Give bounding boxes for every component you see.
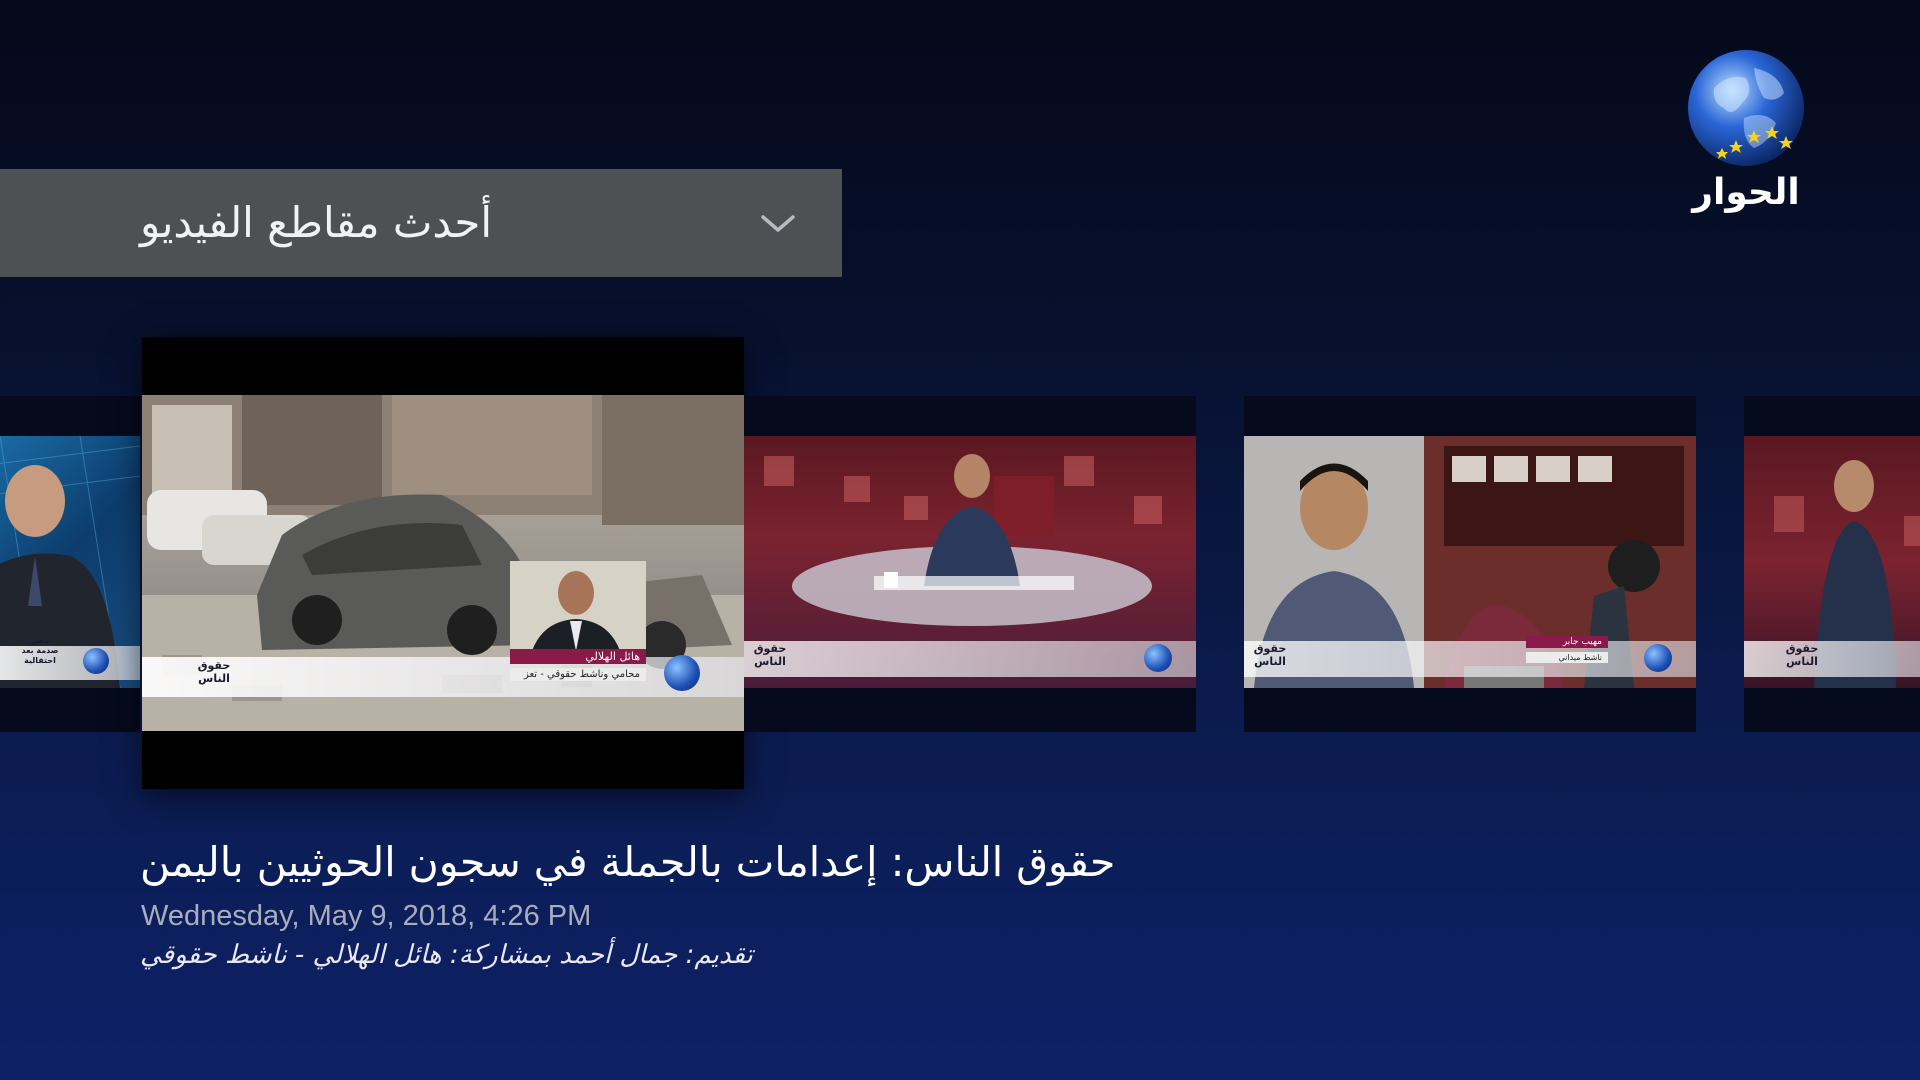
video-card[interactable]: حقوق الناس bbox=[1744, 396, 1920, 732]
guest-inset bbox=[510, 561, 646, 657]
video-card[interactable]: حقوق الناس bbox=[744, 396, 1196, 732]
show-tag: حقوق الناس bbox=[1785, 642, 1819, 668]
show-tag: حقوق الناس bbox=[753, 642, 787, 668]
video-card-focused[interactable]: هائل الهلالي محامي وناشط حقوقي - تعز حقو… bbox=[142, 337, 744, 789]
guest-title-strap: ناشط ميداني bbox=[1526, 652, 1608, 663]
thumbnail-side-caption: مصر صدمة بعد احتفالية bbox=[21, 636, 59, 665]
video-card[interactable]: مهيب جابر ناشط ميداني حقوق الناس bbox=[1244, 396, 1696, 732]
channel-watermark-icon bbox=[664, 655, 700, 691]
video-carousel: مصر صدمة بعد احتفالية هائل الهلالي محامي… bbox=[0, 0, 1920, 800]
channel-watermark-icon bbox=[83, 648, 109, 674]
video-description: تقديم: جمال أحمد بمشاركة: هائل الهلالي -… bbox=[140, 940, 753, 970]
show-tag: حقوق الناس bbox=[197, 659, 231, 685]
show-tag: حقوق الناس bbox=[1253, 642, 1287, 668]
video-title: حقوق الناس: إعدامات بالجملة في سجون الحو… bbox=[140, 838, 1116, 886]
channel-watermark-icon bbox=[1144, 644, 1172, 672]
guest-name-strap: مهيب جابر bbox=[1526, 636, 1608, 648]
guest-name-strap: هائل الهلالي bbox=[510, 649, 646, 664]
guest-title-strap: محامي وناشط حقوقي - تعز bbox=[510, 668, 646, 681]
video-card[interactable]: مصر صدمة بعد احتفالية bbox=[0, 396, 140, 732]
video-date: Wednesday, May 9, 2018, 4:26 PM bbox=[141, 900, 592, 932]
channel-watermark-icon bbox=[1644, 644, 1672, 672]
